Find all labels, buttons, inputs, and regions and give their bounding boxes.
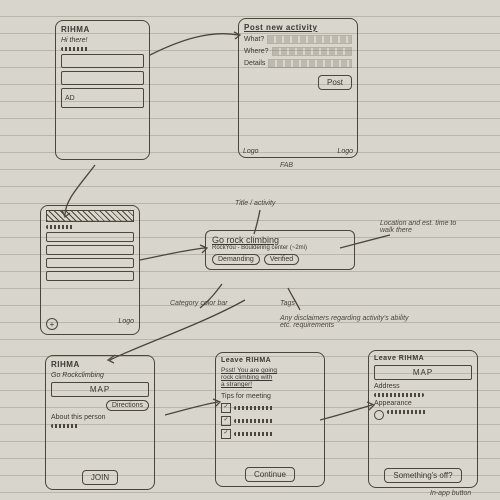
activity-subtitle: RockYou - Bouldering center (~2mi) xyxy=(212,245,348,251)
post-label-details: Details xyxy=(244,60,265,67)
map-block[interactable]: MAP xyxy=(374,365,472,380)
detail-activity: Go Rockclimbing xyxy=(51,372,149,379)
post-submit-button[interactable]: Post xyxy=(318,75,352,90)
tip-item xyxy=(221,416,319,426)
anno-tags: Tags xyxy=(280,300,295,307)
continue-button[interactable]: Continue xyxy=(245,467,295,482)
fab-icon[interactable]: + xyxy=(46,318,58,330)
logo-icon: Logo xyxy=(243,148,259,155)
logo-icon: Logo xyxy=(118,318,134,330)
squiggle-icon xyxy=(51,424,79,428)
home-card-2[interactable] xyxy=(61,71,144,85)
anno-fab: FAB xyxy=(280,162,293,169)
squiggle-icon xyxy=(374,393,424,397)
leave2-title: Leave RIHMA xyxy=(374,355,472,362)
leave1-warn3: a stranger! xyxy=(221,381,252,388)
home-title: RIHMA xyxy=(61,25,144,34)
join-button[interactable]: JOIN xyxy=(82,470,118,485)
address-label: Address xyxy=(374,383,472,390)
anno-disclaimer: Any disclaimers regarding activity's abi… xyxy=(280,315,420,330)
tip-item xyxy=(221,429,319,439)
screen-leave-final: Leave RIHMA MAP Address Appearance Somet… xyxy=(368,350,478,488)
detail-title: RIHMA xyxy=(51,360,149,369)
screen-home: RIHMA Hi there! AD xyxy=(55,20,150,160)
post-label-what: What? xyxy=(244,36,264,43)
feed-item[interactable] xyxy=(46,245,134,255)
anno-category: Category color bar xyxy=(170,300,228,307)
home-greeting: Hi there! xyxy=(61,37,144,44)
home-ad-card[interactable]: AD xyxy=(61,88,144,108)
tag-verified: Verified xyxy=(264,254,299,265)
anno-inapp: In-app button xyxy=(430,490,471,497)
squiggle-icon xyxy=(61,47,89,51)
post-heading: Post new activity xyxy=(244,23,352,32)
tips-heading: Tips for meeting xyxy=(221,393,319,400)
tag-demanding: Demanding xyxy=(212,254,260,265)
appearance-label: Appearance xyxy=(374,400,472,407)
squiggle-icon xyxy=(387,410,427,414)
activity-card[interactable]: Go rock climbing RockYou - Bouldering ce… xyxy=(205,230,355,270)
directions-button[interactable]: Directions xyxy=(106,400,149,411)
screen-post: Post new activity What? Where? Details P… xyxy=(238,18,358,158)
home-card-1[interactable] xyxy=(61,54,144,68)
about-heading: About this person xyxy=(51,414,149,421)
tip-item xyxy=(221,403,319,413)
sos-button[interactable]: Something's off? xyxy=(384,468,461,483)
leave1-title: Leave RIHMA xyxy=(221,357,319,364)
anno-title: Title / activity xyxy=(235,200,275,207)
logo-icon: Logo xyxy=(337,148,353,155)
post-input-where[interactable] xyxy=(272,47,352,56)
post-label-where: Where? xyxy=(244,48,269,55)
anno-location: Location and est. time to walk there xyxy=(380,220,460,235)
ad-label: AD xyxy=(65,95,75,102)
feed-item[interactable] xyxy=(46,232,134,242)
screen-feed: + Logo xyxy=(40,205,140,335)
map-block[interactable]: MAP xyxy=(51,382,149,397)
post-input-what[interactable] xyxy=(267,35,352,44)
post-input-details[interactable] xyxy=(268,59,352,68)
feed-header-image xyxy=(46,210,134,222)
leave1-warn2: rock climbing with xyxy=(221,374,272,381)
feed-item[interactable] xyxy=(46,271,134,281)
leave1-warn1: Psst! You are going xyxy=(221,367,277,374)
squiggle-icon xyxy=(46,225,74,229)
appearance-icon xyxy=(374,410,384,420)
screen-activity-detail: RIHMA Go Rockclimbing MAP Directions Abo… xyxy=(45,355,155,490)
screen-leave-confirm: Leave RIHMA Psst! You are going rock cli… xyxy=(215,352,325,487)
feed-item[interactable] xyxy=(46,258,134,268)
activity-title: Go rock climbing xyxy=(212,235,348,245)
